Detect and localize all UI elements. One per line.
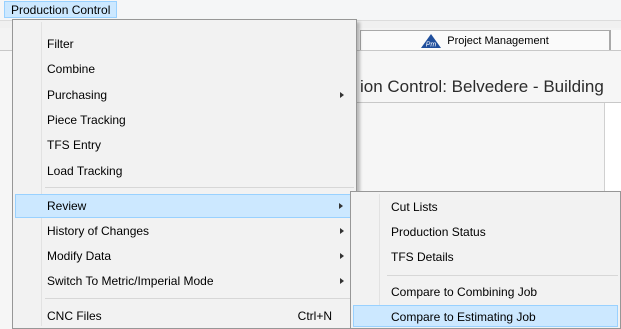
submenu-item-production-status[interactable]: Production Status: [353, 220, 618, 244]
review-submenu: Cut Lists Production Status TFS Details …: [350, 191, 621, 329]
menu-item-label: CNC Files: [47, 309, 102, 323]
menu-item-label: Piece Tracking: [47, 113, 126, 127]
tab-project-management[interactable]: Pm Project Management: [360, 30, 610, 50]
menu-item-label: Production Status: [391, 225, 486, 239]
menu-item-label: Filter: [47, 37, 74, 51]
menu-item-label: TFS Entry: [47, 138, 102, 152]
submenu-item-compare-estimating[interactable]: Compare to Estimating Job: [353, 305, 618, 327]
menu-item-shortcut: Ctrl+N: [297, 309, 332, 323]
chevron-right-icon: [340, 278, 344, 284]
menu-item-combine[interactable]: Combine: [15, 57, 354, 81]
page-title: ion Control: Belvedere - Building: [360, 77, 604, 96]
menu-item-label: Compare to Combining Job: [391, 285, 538, 299]
tab-edge: [610, 30, 621, 50]
chevron-right-icon: [340, 253, 344, 259]
submenu-item-tfs-details[interactable]: TFS Details: [353, 245, 618, 269]
tab-project-management-label: Project Management: [447, 34, 549, 47]
menu-item-load-tracking[interactable]: Load Tracking: [15, 159, 354, 183]
menu-separator: [387, 275, 618, 276]
menu-item-label: Review: [47, 199, 87, 213]
pm-logo-icon: Pm: [421, 33, 442, 48]
menu-item-label: Load Tracking: [47, 164, 123, 178]
menu-item-label: TFS Details: [391, 250, 454, 264]
title-divider: [355, 102, 621, 103]
menu-item-purchasing[interactable]: Purchasing: [15, 83, 354, 107]
background-content-box: [604, 103, 621, 193]
chevron-right-icon: [340, 228, 344, 234]
menu-item-label: Cut Lists: [391, 200, 438, 214]
menu-item-history-of-changes[interactable]: History of Changes: [15, 219, 354, 243]
menu-item-modify-data[interactable]: Modify Data: [15, 244, 354, 268]
menu-item-piece-tracking[interactable]: Piece Tracking: [15, 108, 354, 132]
menu-item-label: History of Changes: [47, 224, 150, 238]
menu-item-label: Compare to Estimating Job: [391, 310, 536, 324]
menu-item-label: Purchasing: [47, 88, 108, 102]
menu-item-cnc-files[interactable]: CNC Files Ctrl+N: [15, 304, 354, 328]
submenu-item-cut-lists[interactable]: Cut Lists: [353, 195, 618, 219]
svg-text:Pm: Pm: [426, 41, 437, 48]
chevron-right-icon: [339, 203, 343, 209]
menu-item-review[interactable]: Review: [15, 194, 354, 218]
menu-bar: Production Control: [0, 0, 621, 21]
submenu-item-compare-combining[interactable]: Compare to Combining Job: [353, 280, 618, 304]
menu-item-label: Switch To Metric/Imperial Mode: [47, 274, 214, 288]
production-control-menu: Filter Combine Purchasing Piece Tracking…: [12, 19, 357, 329]
menu-separator: [45, 187, 354, 188]
menu-item-filter[interactable]: Filter: [15, 32, 354, 56]
menu-separator: [45, 298, 354, 299]
menu-item-label: Combine: [47, 62, 96, 76]
menu-item-switch-mode[interactable]: Switch To Metric/Imperial Mode: [15, 269, 354, 293]
chevron-right-icon: [340, 92, 344, 98]
menu-item-tfs-entry[interactable]: TFS Entry: [15, 133, 354, 157]
menu-item-label: Modify Data: [47, 249, 112, 263]
menu-production-control[interactable]: Production Control: [4, 1, 118, 18]
